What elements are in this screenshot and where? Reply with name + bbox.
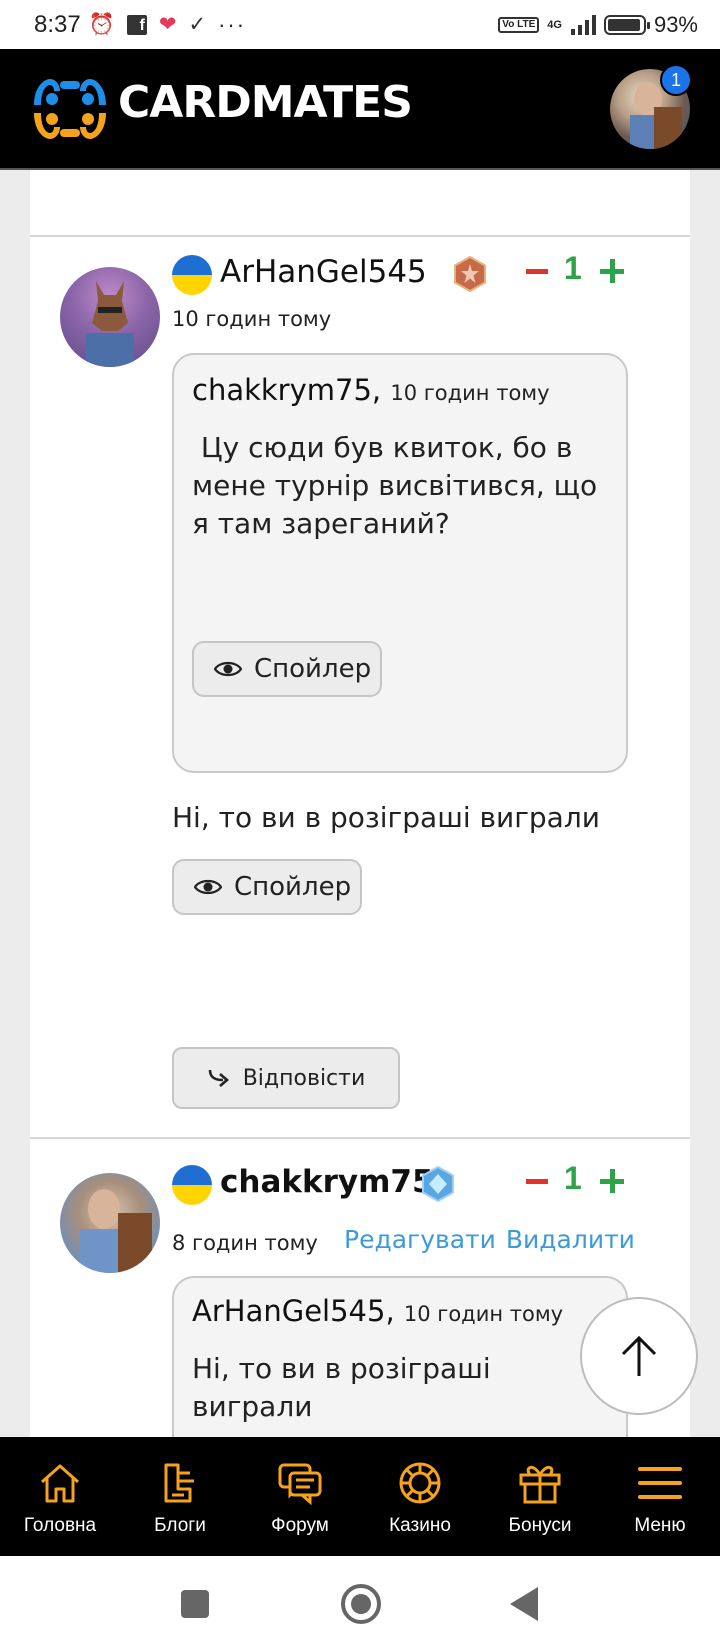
quote-header: chakkrym75, 10 годин тому (192, 373, 550, 407)
rank-badge-icon (454, 256, 486, 292)
comment-author-avatar[interactable] (60, 1173, 160, 1273)
nav-item-casino[interactable]: Казино (360, 1437, 480, 1556)
quote-author[interactable]: ArHanGel545 (192, 1294, 385, 1328)
spoiler-button[interactable]: Спойлер (172, 859, 362, 915)
status-bar: 8:37 ⏰ f ❤ ✓ ··· Vo LTE 4G 93% (0, 0, 720, 49)
quoted-comment: ArHanGel545, 10 годин тому Ні, то ви в р… (172, 1276, 628, 1437)
vote-up-button[interactable] (600, 259, 624, 283)
bottom-navigation: Головна Блоги Форум Казино Бонуси Меню (0, 1437, 720, 1556)
home-icon (41, 1464, 79, 1503)
nav-item-blogs[interactable]: Блоги (120, 1437, 240, 1556)
network-type: 4G (547, 18, 562, 31)
nav-label: Бонуси (508, 1515, 572, 1536)
comment-text: Ні, то ви в розіграші виграли (172, 801, 600, 834)
nav-item-home[interactable]: Головна (0, 1437, 120, 1556)
reply-button[interactable]: Відповісти (172, 1047, 400, 1109)
reply-arrow-icon (208, 1069, 229, 1087)
quote-header: ArHanGel545, 10 годин тому (192, 1294, 564, 1328)
ukraine-flag-icon (172, 255, 212, 295)
recent-apps-button[interactable] (181, 1590, 209, 1618)
casino-icon (399, 1462, 441, 1504)
cardmates-logo-icon[interactable] (30, 69, 110, 149)
quote-text: Ні, то ви в розіграші виграли (192, 1352, 491, 1423)
vote-count: 1 (564, 250, 582, 286)
nav-item-menu[interactable]: Меню (600, 1437, 720, 1556)
system-navigation-bar (0, 1556, 720, 1650)
comments-section: ArHanGel545 1 10 годин тому chakkrym75, … (30, 170, 690, 1437)
arrow-up-icon (621, 1335, 657, 1376)
horse-avatar-image (86, 281, 134, 367)
divider (30, 235, 690, 237)
facebook-icon: f (126, 14, 147, 35)
quote-author[interactable]: chakkrym75 (192, 373, 372, 407)
avatar-photo (80, 1189, 152, 1273)
site-header: CARDMATES 1 (0, 49, 720, 170)
edit-link[interactable]: Редагувати (344, 1225, 496, 1254)
spoiler-label: Спойлер (234, 872, 352, 902)
vote-up-button[interactable] (600, 1169, 624, 1193)
more-notifications-icon: ··· (218, 11, 247, 37)
battery-percent: 93% (653, 11, 698, 37)
quoted-comment: chakkrym75, 10 годин тому Цу сюди був кв… (172, 353, 628, 773)
comment-time: 8 годин тому (172, 1231, 318, 1255)
nav-label: Головна (23, 1515, 97, 1536)
vote-count: 1 (564, 1160, 582, 1196)
blogs-icon (164, 1463, 194, 1503)
delete-link[interactable]: Видалити (506, 1225, 635, 1254)
eye-icon (194, 879, 222, 895)
comment-author-name[interactable]: ArHanGel545 (220, 254, 427, 290)
nav-item-bonuses[interactable]: Бонуси (480, 1437, 600, 1556)
alarm-icon: ⏰ (88, 13, 115, 36)
nav-item-forum[interactable]: Форум (240, 1437, 360, 1556)
check-icon: ✓ (188, 13, 207, 36)
menu-icon (638, 1467, 682, 1499)
divider (30, 1137, 690, 1139)
comment-time: 10 годин тому (172, 307, 332, 331)
vote-down-button[interactable] (526, 1179, 548, 1184)
app-notification-icon: ❤ (158, 13, 177, 36)
back-button[interactable] (510, 1587, 538, 1621)
quote-time: 10 годин тому (390, 381, 550, 405)
eye-icon (214, 661, 242, 677)
scroll-to-top-button[interactable] (580, 1297, 698, 1415)
nav-label: Блоги (154, 1515, 206, 1536)
spoiler-button[interactable]: Спойлер (192, 641, 382, 697)
status-time: 8:37 (34, 10, 81, 38)
quote-text: Цу сюди був квиток, бо в мене турнір вис… (192, 431, 607, 540)
rank-badge-icon (422, 1166, 454, 1202)
ukraine-flag-icon (172, 1165, 212, 1205)
nav-label: Форум (271, 1515, 329, 1536)
comment-author-avatar[interactable] (60, 267, 160, 367)
comment-actions: Редагувати Видалити (344, 1225, 645, 1254)
volte-icon: Vo LTE (498, 16, 540, 33)
forum-icon (278, 1463, 322, 1506)
home-button[interactable] (341, 1584, 381, 1624)
nav-label: Казино (389, 1515, 451, 1536)
brand-name[interactable]: CARDMATES (118, 77, 413, 128)
reply-label: Відповісти (242, 1065, 366, 1091)
comment-author-name[interactable]: chakkrym75 (220, 1164, 434, 1200)
notification-badge[interactable]: 1 (660, 64, 692, 96)
vote-down-button[interactable] (526, 269, 548, 274)
quote-time: 10 годин тому (403, 1302, 564, 1326)
gift-icon (519, 1466, 561, 1504)
nav-label: Меню (634, 1515, 686, 1536)
spoiler-label: Спойлер (254, 654, 372, 684)
battery-icon (603, 14, 650, 35)
signal-icon (570, 14, 596, 35)
